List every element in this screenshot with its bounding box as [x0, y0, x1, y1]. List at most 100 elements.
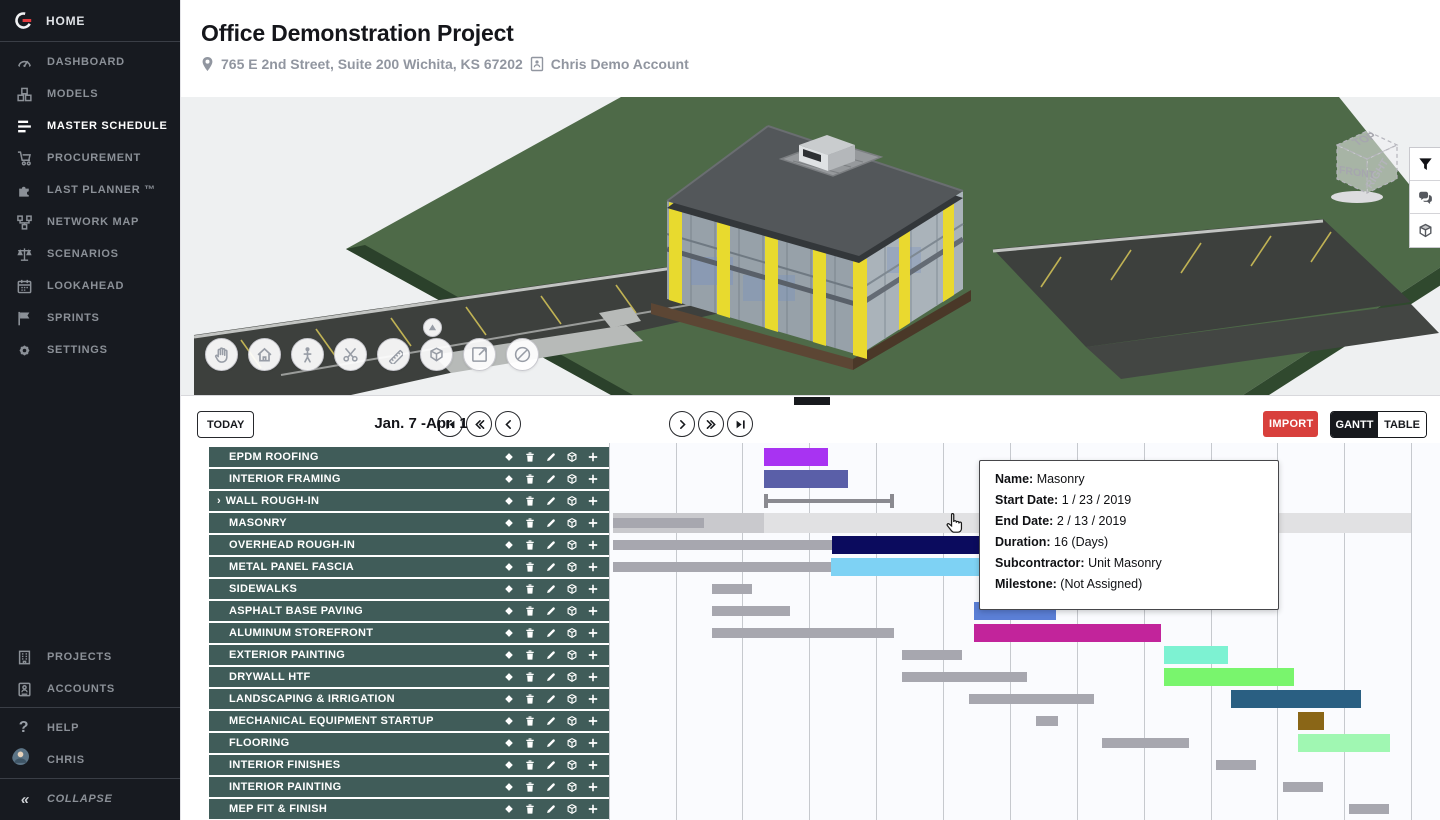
add-task-button[interactable] — [587, 781, 599, 793]
add-task-button[interactable] — [587, 495, 599, 507]
gantt-bar-exterior-painting[interactable] — [902, 650, 962, 660]
link-model-button[interactable] — [566, 605, 578, 617]
link-model-button[interactable] — [566, 693, 578, 705]
gantt-bar-interior-framing[interactable] — [764, 470, 848, 488]
delete-task-button[interactable] — [524, 473, 536, 485]
sidebar-item-home[interactable]: HOME — [0, 0, 180, 39]
sidebar-item-projects[interactable]: PROJECTS — [0, 641, 180, 673]
milestone-diamond-button[interactable] — [503, 583, 515, 595]
gantt-bar-metal-panel-fascia[interactable] — [613, 562, 838, 572]
milestone-diamond-button[interactable] — [503, 781, 515, 793]
delete-task-button[interactable] — [524, 781, 536, 793]
delete-task-button[interactable] — [524, 605, 536, 617]
delete-task-button[interactable] — [524, 627, 536, 639]
gantt-bar-asphalt-base-paving[interactable] — [712, 606, 790, 616]
task-row-flooring[interactable]: FLOORING — [209, 733, 609, 753]
edit-task-button[interactable] — [545, 517, 557, 529]
task-row-aluminum-storefront[interactable]: ALUMINUM STOREFRONT — [209, 623, 609, 643]
gantt-bar-flooring[interactable] — [1102, 738, 1189, 748]
task-row-mep-fit-finish[interactable]: MEP FIT & FINISH — [209, 799, 609, 819]
gantt-bar-landscaping-irrigation[interactable] — [969, 694, 1094, 704]
gantt-bar-drywall-htf[interactable] — [902, 672, 1027, 682]
edit-task-button[interactable] — [545, 715, 557, 727]
milestone-diamond-button[interactable] — [503, 561, 515, 573]
milestone-diamond-button[interactable] — [503, 627, 515, 639]
model-tree-button[interactable] — [1410, 214, 1440, 247]
sidebar-item-last-planner[interactable]: LAST PLANNER ™ — [0, 174, 180, 206]
gantt-bar-aluminum-storefront[interactable] — [974, 624, 1161, 642]
link-model-button[interactable] — [566, 495, 578, 507]
edit-task-button[interactable] — [545, 495, 557, 507]
task-row-metal-panel-fascia[interactable]: METAL PANEL FASCIA — [209, 557, 609, 577]
link-model-button[interactable] — [566, 517, 578, 529]
sidebar-item-dashboard[interactable]: DASHBOARD — [0, 46, 180, 78]
add-task-button[interactable] — [587, 759, 599, 771]
task-row-landscaping-irrigation[interactable]: LANDSCAPING & IRRIGATION — [209, 689, 609, 709]
edit-task-button[interactable] — [545, 693, 557, 705]
edit-task-button[interactable] — [545, 473, 557, 485]
task-row-mechanical-equipment-startup[interactable]: MECHANICAL EQUIPMENT STARTUP — [209, 711, 609, 731]
edit-task-button[interactable] — [545, 583, 557, 595]
milestone-diamond-button[interactable] — [503, 517, 515, 529]
task-row-exterior-painting[interactable]: EXTERIOR PAINTING — [209, 645, 609, 665]
link-model-button[interactable] — [566, 715, 578, 727]
gantt-bar-exterior-painting[interactable] — [1164, 646, 1228, 664]
edit-task-button[interactable] — [545, 451, 557, 463]
add-task-button[interactable] — [587, 605, 599, 617]
task-row-interior-framing[interactable]: INTERIOR FRAMING — [209, 469, 609, 489]
milestone-diamond-button[interactable] — [503, 693, 515, 705]
fast-forward-button[interactable] — [698, 411, 724, 437]
delete-task-button[interactable] — [524, 671, 536, 683]
task-row-overhead-rough-in[interactable]: OVERHEAD ROUGH-IN — [209, 535, 609, 555]
delete-task-button[interactable] — [524, 583, 536, 595]
edit-task-button[interactable] — [545, 671, 557, 683]
link-model-button[interactable] — [566, 803, 578, 815]
edit-task-button[interactable] — [545, 539, 557, 551]
delete-task-button[interactable] — [524, 759, 536, 771]
milestone-diamond-button[interactable] — [503, 451, 515, 463]
milestone-diamond-button[interactable] — [503, 495, 515, 507]
comments-button[interactable] — [1410, 181, 1440, 214]
task-row-masonry[interactable]: MASONRY — [209, 513, 609, 533]
link-model-button[interactable] — [566, 561, 578, 573]
add-task-button[interactable] — [587, 803, 599, 815]
panel-resize-handle[interactable] — [794, 397, 830, 405]
link-model-button[interactable] — [566, 671, 578, 683]
delete-task-button[interactable] — [524, 561, 536, 573]
section-cut-button[interactable] — [334, 338, 367, 371]
sidebar-item-sprints[interactable]: SPRINTS — [0, 302, 180, 334]
home-view-button[interactable] — [248, 338, 281, 371]
gantt-bar-masonry[interactable] — [613, 518, 704, 528]
sidebar-collapse-button[interactable]: « COLLAPSE — [0, 783, 180, 815]
delete-task-button[interactable] — [524, 715, 536, 727]
filter-button[interactable] — [1410, 148, 1440, 181]
link-model-button[interactable] — [566, 649, 578, 661]
add-task-button[interactable] — [587, 737, 599, 749]
add-task-button[interactable] — [587, 539, 599, 551]
gantt-bar-aluminum-storefront[interactable] — [712, 628, 894, 638]
task-row-sidewalks[interactable]: SIDEWALKS — [209, 579, 609, 599]
sidebar-item-procurement[interactable]: PROCUREMENT — [0, 142, 180, 174]
expand-toolbar-button[interactable] — [423, 318, 442, 337]
add-task-button[interactable] — [587, 517, 599, 529]
task-row-epdm-roofing[interactable]: EPDM ROOFING — [209, 447, 609, 467]
sidebar-item-scenarios[interactable]: SCENARIOS — [0, 238, 180, 270]
skip-to-end-button[interactable] — [727, 411, 753, 437]
sidebar-item-help[interactable]: ? HELP — [0, 712, 180, 744]
link-model-button[interactable] — [566, 759, 578, 771]
edit-task-button[interactable] — [545, 781, 557, 793]
link-model-button[interactable] — [566, 583, 578, 595]
today-button[interactable]: TODAY — [197, 411, 255, 438]
edit-task-button[interactable] — [545, 561, 557, 573]
milestone-diamond-button[interactable] — [503, 649, 515, 661]
milestone-diamond-button[interactable] — [503, 473, 515, 485]
gantt-bar-overhead-rough-in[interactable] — [613, 540, 846, 550]
link-model-button[interactable] — [566, 737, 578, 749]
milestone-diamond-button[interactable] — [503, 671, 515, 683]
sidebar-item-master-schedule[interactable]: MASTER SCHEDULE — [0, 110, 180, 142]
delete-task-button[interactable] — [524, 803, 536, 815]
sidebar-item-settings[interactable]: SETTINGS — [0, 334, 180, 366]
model-viewer[interactable]: TOP FRONT RIGHT — [181, 97, 1440, 395]
add-task-button[interactable] — [587, 715, 599, 727]
delete-task-button[interactable] — [524, 451, 536, 463]
